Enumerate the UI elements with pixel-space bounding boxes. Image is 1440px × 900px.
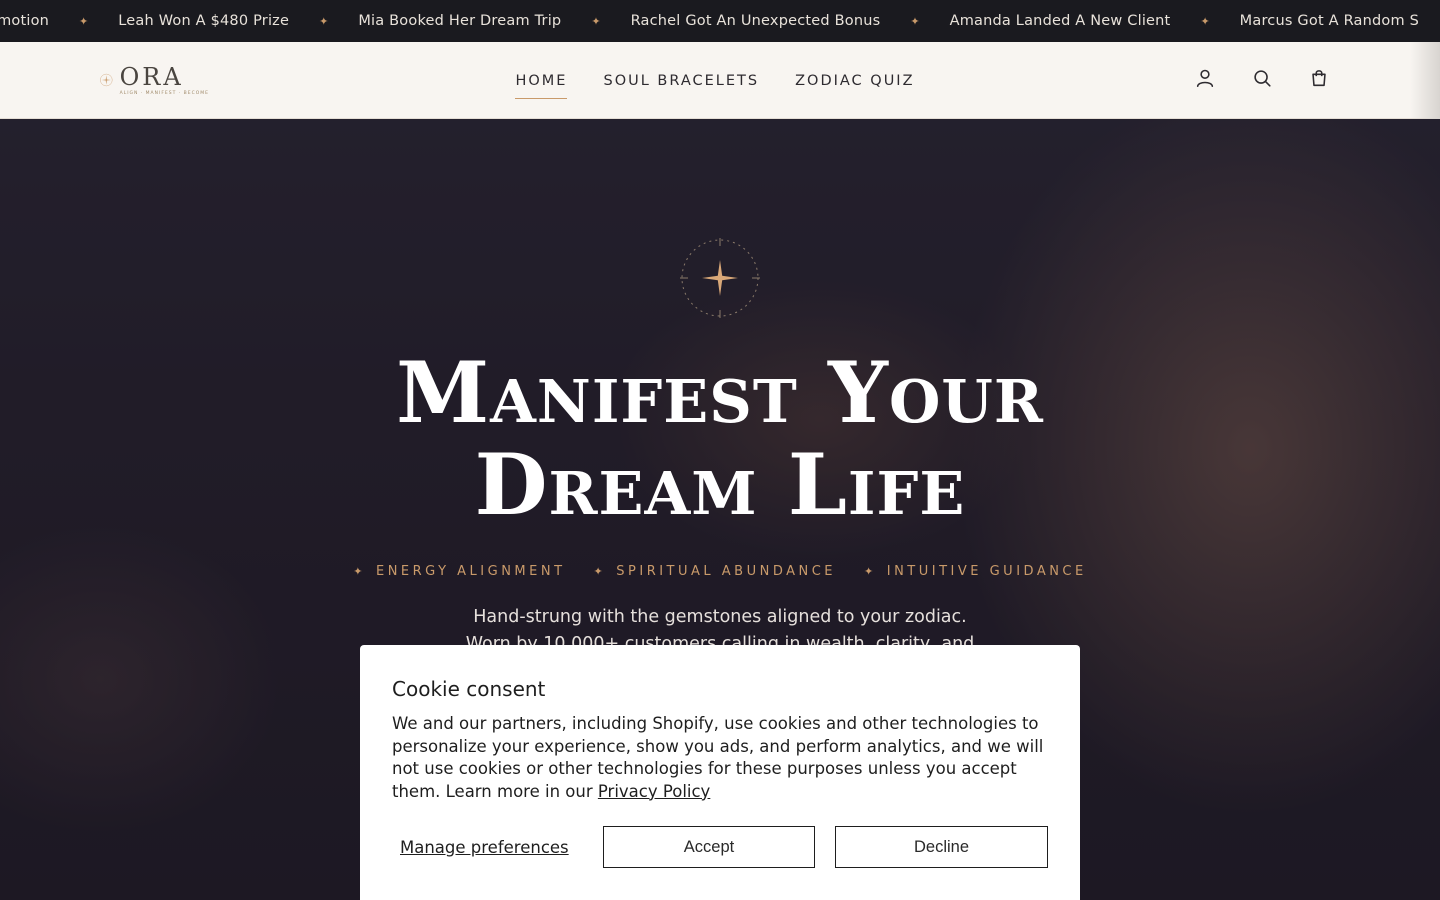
hero-tag-label: INTUITIVE GUIDANCE — [886, 564, 1087, 579]
manage-preferences-button[interactable]: Manage preferences — [392, 838, 602, 857]
star-icon: ✦ — [319, 14, 329, 28]
decline-button[interactable]: Decline — [835, 826, 1048, 868]
cookie-body: We and our partners, including Shopify, … — [392, 714, 1044, 801]
star-icon: ✦ — [1200, 14, 1210, 28]
star-icon: ✦ — [593, 565, 607, 578]
account-icon[interactable] — [1194, 67, 1216, 89]
hero-tag-label: ENERGY ALIGNMENT — [375, 564, 566, 579]
hero-title-line-1: Manifest Your — [396, 343, 1044, 442]
announcement-ticker: omotion ✦ Leah Won A $480 Prize ✦ Mia Bo… — [0, 0, 1440, 42]
star-icon: ✦ — [79, 14, 89, 28]
ticker-item: omotion — [0, 13, 50, 29]
ticker-item: Rachel Got An Unexpected Bonus — [630, 13, 881, 29]
ticker-item: Leah Won A $480 Prize — [118, 13, 290, 29]
cookie-title: Cookie consent — [392, 677, 546, 701]
header-actions — [1194, 67, 1330, 89]
site-header: ORA ALIGN · MANIFEST · BECOME HOME SOUL … — [0, 42, 1440, 119]
ticker-track: omotion ✦ Leah Won A $480 Prize ✦ Mia Bo… — [0, 0, 1419, 42]
hero-title: Manifest Your Dream Life — [0, 347, 1440, 531]
hero-tag: ✦ ENERGY ALIGNMENT — [353, 564, 565, 579]
header-edge-fade — [1410, 42, 1440, 119]
ticker-item: Mia Booked Her Dream Trip — [358, 13, 562, 29]
logo[interactable]: ORA ALIGN · MANIFEST · BECOME — [99, 62, 209, 98]
accept-button[interactable]: Accept — [603, 826, 815, 868]
cart-icon[interactable] — [1308, 67, 1330, 89]
ticker-item: Marcus Got A Random S — [1239, 13, 1420, 29]
star-icon: ✦ — [353, 565, 366, 578]
logo-sun-icon — [100, 73, 113, 87]
cookie-consent-dialog: Cookie consent We and our partners, incl… — [360, 645, 1080, 900]
star-icon: ✦ — [910, 14, 920, 28]
hero-tags: ✦ ENERGY ALIGNMENT ✦ SPIRITUAL ABUNDANCE ✦… — [0, 564, 1440, 579]
nav-soul-bracelets[interactable]: SOUL BRACELETS — [603, 63, 759, 99]
privacy-policy-link[interactable]: Privacy Policy — [598, 782, 710, 801]
star-icon: ✦ — [591, 14, 601, 28]
cookie-actions: Manage preferences Accept Decline — [392, 826, 1048, 868]
search-icon[interactable] — [1251, 67, 1273, 89]
cookie-text: We and our partners, including Shopify, … — [392, 713, 1048, 803]
logo-tagline: ALIGN · MANIFEST · BECOME — [119, 90, 209, 96]
hero-tag: ✦ SPIRITUAL ABUNDANCE — [594, 564, 836, 579]
hero-tag-label: SPIRITUAL ABUNDANCE — [616, 564, 837, 579]
star-icon: ✦ — [864, 565, 877, 578]
logo-wordmark: ORA — [119, 62, 184, 91]
compass-star-icon — [680, 238, 760, 318]
nav-zodiac-quiz[interactable]: ZODIAC QUIZ — [795, 63, 914, 99]
hero-tag: ✦ INTUITIVE GUIDANCE — [864, 564, 1087, 579]
nav-home[interactable]: HOME — [515, 63, 568, 99]
hero-title-line-2: Dream Life — [474, 435, 966, 534]
ticker-item: Amanda Landed A New Client — [949, 13, 1171, 29]
